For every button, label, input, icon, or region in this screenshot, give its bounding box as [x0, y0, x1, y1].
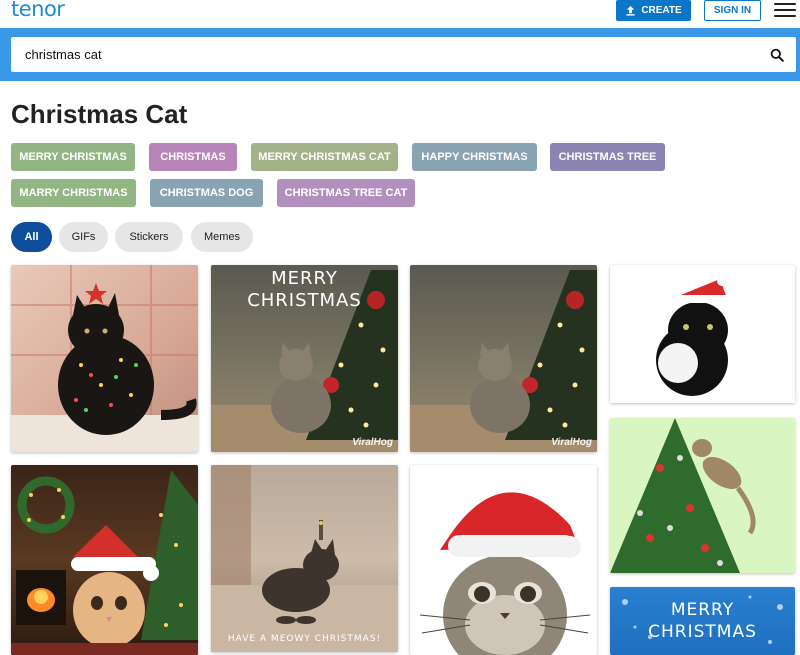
search-icon[interactable]	[770, 48, 784, 62]
gif-result[interactable]	[610, 265, 795, 403]
search-input[interactable]	[25, 37, 745, 72]
gif-watermark: ViralHog	[352, 437, 393, 448]
gif-caption: MERRY CHRISTMAS	[247, 268, 362, 311]
page-title: Christmas Cat	[11, 99, 188, 129]
filter-all[interactable]: All	[11, 222, 52, 252]
gif-caption: HAVE A MEOWY CHRISTMAS!	[227, 634, 382, 644]
filter-memes[interactable]: Memes	[191, 222, 253, 252]
cat-by-tree-image	[410, 270, 597, 452]
tag-merry-christmas-cat[interactable]: MERRY CHRISTMAS CAT	[251, 143, 398, 171]
gif-result[interactable]: MERRY CHRISTMAS	[610, 587, 795, 655]
gif-result[interactable]	[610, 418, 795, 573]
tenor-logo[interactable]: tenor	[11, 0, 65, 21]
gif-caption: MERRY CHRISTMAS	[648, 600, 757, 642]
gif-result[interactable]	[11, 465, 198, 655]
search-box	[11, 37, 796, 72]
cat-climbing-tree-image	[610, 418, 756, 573]
create-button-label: CREATE	[641, 5, 682, 16]
gif-result[interactable]: HAVE A MEOWY CHRISTMAS!	[211, 465, 398, 652]
upload-icon	[626, 5, 635, 16]
menu-icon[interactable]	[774, 3, 796, 17]
gif-result[interactable]	[11, 265, 198, 452]
tag-christmas-dog[interactable]: CHRISTMAS DOG	[150, 179, 263, 207]
sign-in-button[interactable]: SIGN IN	[704, 0, 761, 21]
gif-result[interactable]: MERRY CHRISTMAS ViralHog	[211, 265, 398, 452]
cat-with-lights-image	[11, 265, 198, 452]
top-bar: tenor CREATE SIGN IN	[0, 0, 800, 28]
meowy-cat-image	[211, 465, 398, 652]
santa-kitten-image	[11, 470, 198, 655]
tag-happy-christmas[interactable]: HAPPY CHRISTMAS	[412, 143, 537, 171]
tag-christmas-tree-cat[interactable]: CHRISTMAS TREE CAT	[277, 179, 415, 207]
gif-result[interactable]: ViralHog	[410, 265, 597, 452]
tag-christmas-tree[interactable]: CHRISTMAS TREE	[550, 143, 665, 171]
tabby-santa-sticker	[419, 492, 591, 655]
gif-result[interactable]	[410, 465, 597, 655]
tuxedo-cat-sticker	[656, 276, 730, 396]
tag-christmas[interactable]: CHRISTMAS	[149, 143, 237, 171]
filter-gifs[interactable]: GIFs	[59, 222, 108, 252]
create-button[interactable]: CREATE	[616, 0, 691, 21]
tag-merry-christmas[interactable]: MERRY CHRISTMAS	[11, 143, 135, 171]
search-band	[0, 28, 800, 81]
tag-marry-christmas[interactable]: MARRY CHRISTMAS	[11, 179, 136, 207]
filter-stickers[interactable]: Stickers	[115, 222, 183, 252]
gif-watermark: ViralHog	[551, 437, 592, 448]
